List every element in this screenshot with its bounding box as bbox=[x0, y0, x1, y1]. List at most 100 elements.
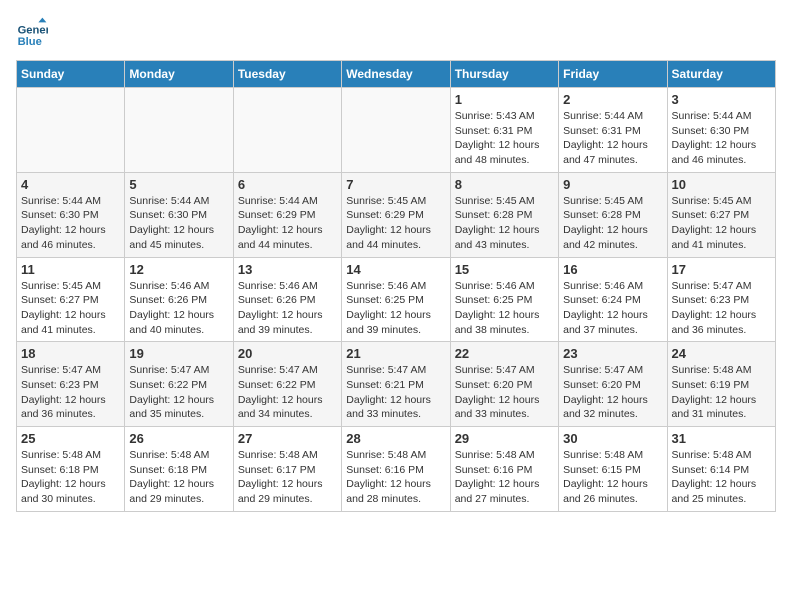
calendar-cell: 30Sunrise: 5:48 AMSunset: 6:15 PMDayligh… bbox=[559, 427, 667, 512]
day-info: Sunrise: 5:48 AMSunset: 6:16 PMDaylight:… bbox=[455, 448, 554, 507]
day-info: Sunrise: 5:47 AMSunset: 6:20 PMDaylight:… bbox=[455, 363, 554, 422]
day-info: Sunrise: 5:47 AMSunset: 6:23 PMDaylight:… bbox=[672, 279, 771, 338]
calendar-cell: 6 Sunrise: 5:44 AMSunset: 6:29 PMDaylight… bbox=[233, 172, 341, 257]
calendar-cell: 11 Sunrise: 5:45 AMSunset: 6:27 PMDayligh… bbox=[17, 257, 125, 342]
day-number: 31 bbox=[672, 431, 771, 446]
day-number: 20 bbox=[238, 346, 337, 361]
day-info: Sunrise: 5:45 AMSunset: 6:27 PMDaylight:… bbox=[21, 279, 120, 338]
day-number: 12 bbox=[129, 262, 228, 277]
day-number: 27 bbox=[238, 431, 337, 446]
weekday-header-sunday: Sunday bbox=[17, 61, 125, 88]
calendar-cell: 23Sunrise: 5:47 AMSunset: 6:20 PMDayligh… bbox=[559, 342, 667, 427]
day-info: Sunrise: 5:47 AMSunset: 6:21 PMDaylight:… bbox=[346, 363, 445, 422]
day-number: 11 bbox=[21, 262, 120, 277]
calendar-cell: 18 Sunrise: 5:47 AMSunset: 6:23 PMDayligh… bbox=[17, 342, 125, 427]
day-number: 1 bbox=[455, 92, 554, 107]
calendar-cell: 7 Sunrise: 5:45 AMSunset: 6:29 PMDaylight… bbox=[342, 172, 450, 257]
svg-text:General: General bbox=[18, 25, 48, 37]
calendar-cell: 29 Sunrise: 5:48 AMSunset: 6:16 PMDayligh… bbox=[450, 427, 558, 512]
weekday-header-monday: Monday bbox=[125, 61, 233, 88]
day-info: Sunrise: 5:45 AMSunset: 6:27 PMDaylight:… bbox=[672, 194, 771, 253]
day-info: Sunrise: 5:47 AMSunset: 6:22 PMDaylight:… bbox=[129, 363, 228, 422]
day-number: 3 bbox=[672, 92, 771, 107]
calendar-cell: 19 Sunrise: 5:47 AMSunset: 6:22 PMDayligh… bbox=[125, 342, 233, 427]
day-number: 24 bbox=[672, 346, 771, 361]
calendar-cell: 3 Sunrise: 5:44 AMSunset: 6:30 PMDaylight… bbox=[667, 88, 775, 173]
day-number: 7 bbox=[346, 177, 445, 192]
day-info: Sunrise: 5:44 AMSunset: 6:30 PMDaylight:… bbox=[129, 194, 228, 253]
day-number: 9 bbox=[563, 177, 662, 192]
day-info: Sunrise: 5:46 AMSunset: 6:26 PMDaylight:… bbox=[129, 279, 228, 338]
day-number: 28 bbox=[346, 431, 445, 446]
day-number: 8 bbox=[455, 177, 554, 192]
day-info: Sunrise: 5:48 AMSunset: 6:18 PMDaylight:… bbox=[21, 448, 120, 507]
calendar-cell: 27 Sunrise: 5:48 AMSunset: 6:17 PMDayligh… bbox=[233, 427, 341, 512]
calendar-cell bbox=[17, 88, 125, 173]
day-info: Sunrise: 5:48 AMSunset: 6:18 PMDaylight:… bbox=[129, 448, 228, 507]
day-info: Sunrise: 5:48 AMSunset: 6:19 PMDaylight:… bbox=[672, 363, 771, 422]
calendar-cell: 28 Sunrise: 5:48 AMSunset: 6:16 PMDayligh… bbox=[342, 427, 450, 512]
weekday-header-saturday: Saturday bbox=[667, 61, 775, 88]
day-number: 23 bbox=[563, 346, 662, 361]
day-info: Sunrise: 5:48 AMSunset: 6:16 PMDaylight:… bbox=[346, 448, 445, 507]
calendar-cell bbox=[125, 88, 233, 173]
day-info: Sunrise: 5:45 AMSunset: 6:28 PMDaylight:… bbox=[455, 194, 554, 253]
calendar-cell bbox=[342, 88, 450, 173]
day-number: 14 bbox=[346, 262, 445, 277]
calendar-cell: 31 Sunrise: 5:48 AMSunset: 6:14 PMDayligh… bbox=[667, 427, 775, 512]
calendar-cell: 25 Sunrise: 5:48 AMSunset: 6:18 PMDayligh… bbox=[17, 427, 125, 512]
day-info: Sunrise: 5:48 AMSunset: 6:15 PMDaylight:… bbox=[563, 448, 662, 507]
day-info: Sunrise: 5:43 AMSunset: 6:31 PMDaylight:… bbox=[455, 109, 554, 168]
calendar-cell: 16Sunrise: 5:46 AMSunset: 6:24 PMDayligh… bbox=[559, 257, 667, 342]
day-number: 2 bbox=[563, 92, 662, 107]
svg-text:Blue: Blue bbox=[18, 36, 42, 48]
calendar-cell: 20 Sunrise: 5:47 AMSunset: 6:22 PMDayligh… bbox=[233, 342, 341, 427]
day-number: 21 bbox=[346, 346, 445, 361]
day-number: 10 bbox=[672, 177, 771, 192]
calendar-cell: 17Sunrise: 5:47 AMSunset: 6:23 PMDayligh… bbox=[667, 257, 775, 342]
weekday-header-thursday: Thursday bbox=[450, 61, 558, 88]
calendar-cell: 22Sunrise: 5:47 AMSunset: 6:20 PMDayligh… bbox=[450, 342, 558, 427]
weekday-header-tuesday: Tuesday bbox=[233, 61, 341, 88]
logo-icon: General Blue bbox=[16, 16, 48, 48]
day-number: 13 bbox=[238, 262, 337, 277]
day-number: 6 bbox=[238, 177, 337, 192]
day-info: Sunrise: 5:48 AMSunset: 6:17 PMDaylight:… bbox=[238, 448, 337, 507]
day-number: 15 bbox=[455, 262, 554, 277]
day-number: 26 bbox=[129, 431, 228, 446]
calendar-cell: 21 Sunrise: 5:47 AMSunset: 6:21 PMDayligh… bbox=[342, 342, 450, 427]
logo: General Blue bbox=[16, 16, 48, 48]
header: General Blue bbox=[16, 16, 776, 48]
calendar-cell: 1 Sunrise: 5:43 AMSunset: 6:31 PMDaylight… bbox=[450, 88, 558, 173]
calendar-cell: 13Sunrise: 5:46 AMSunset: 6:26 PMDayligh… bbox=[233, 257, 341, 342]
day-number: 5 bbox=[129, 177, 228, 192]
day-info: Sunrise: 5:47 AMSunset: 6:22 PMDaylight:… bbox=[238, 363, 337, 422]
calendar-cell: 15 Sunrise: 5:46 AMSunset: 6:25 PMDayligh… bbox=[450, 257, 558, 342]
calendar-cell: 5 Sunrise: 5:44 AMSunset: 6:30 PMDaylight… bbox=[125, 172, 233, 257]
day-number: 18 bbox=[21, 346, 120, 361]
day-info: Sunrise: 5:45 AMSunset: 6:29 PMDaylight:… bbox=[346, 194, 445, 253]
calendar-cell: 8 Sunrise: 5:45 AMSunset: 6:28 PMDaylight… bbox=[450, 172, 558, 257]
day-info: Sunrise: 5:44 AMSunset: 6:30 PMDaylight:… bbox=[21, 194, 120, 253]
day-info: Sunrise: 5:48 AMSunset: 6:14 PMDaylight:… bbox=[672, 448, 771, 507]
day-info: Sunrise: 5:45 AMSunset: 6:28 PMDaylight:… bbox=[563, 194, 662, 253]
day-info: Sunrise: 5:46 AMSunset: 6:25 PMDaylight:… bbox=[346, 279, 445, 338]
day-number: 4 bbox=[21, 177, 120, 192]
day-number: 29 bbox=[455, 431, 554, 446]
day-number: 19 bbox=[129, 346, 228, 361]
weekday-header-friday: Friday bbox=[559, 61, 667, 88]
day-info: Sunrise: 5:46 AMSunset: 6:25 PMDaylight:… bbox=[455, 279, 554, 338]
calendar-cell bbox=[233, 88, 341, 173]
day-number: 25 bbox=[21, 431, 120, 446]
calendar-cell: 26 Sunrise: 5:48 AMSunset: 6:18 PMDayligh… bbox=[125, 427, 233, 512]
day-info: Sunrise: 5:44 AMSunset: 6:29 PMDaylight:… bbox=[238, 194, 337, 253]
day-info: Sunrise: 5:44 AMSunset: 6:30 PMDaylight:… bbox=[672, 109, 771, 168]
calendar-cell: 2 Sunrise: 5:44 AMSunset: 6:31 PMDaylight… bbox=[559, 88, 667, 173]
calendar-table: SundayMondayTuesdayWednesdayThursdayFrid… bbox=[16, 60, 776, 512]
day-info: Sunrise: 5:44 AMSunset: 6:31 PMDaylight:… bbox=[563, 109, 662, 168]
calendar-cell: 10 Sunrise: 5:45 AMSunset: 6:27 PMDayligh… bbox=[667, 172, 775, 257]
weekday-header-wednesday: Wednesday bbox=[342, 61, 450, 88]
calendar-cell: 14 Sunrise: 5:46 AMSunset: 6:25 PMDayligh… bbox=[342, 257, 450, 342]
day-number: 16 bbox=[563, 262, 662, 277]
day-info: Sunrise: 5:47 AMSunset: 6:23 PMDaylight:… bbox=[21, 363, 120, 422]
